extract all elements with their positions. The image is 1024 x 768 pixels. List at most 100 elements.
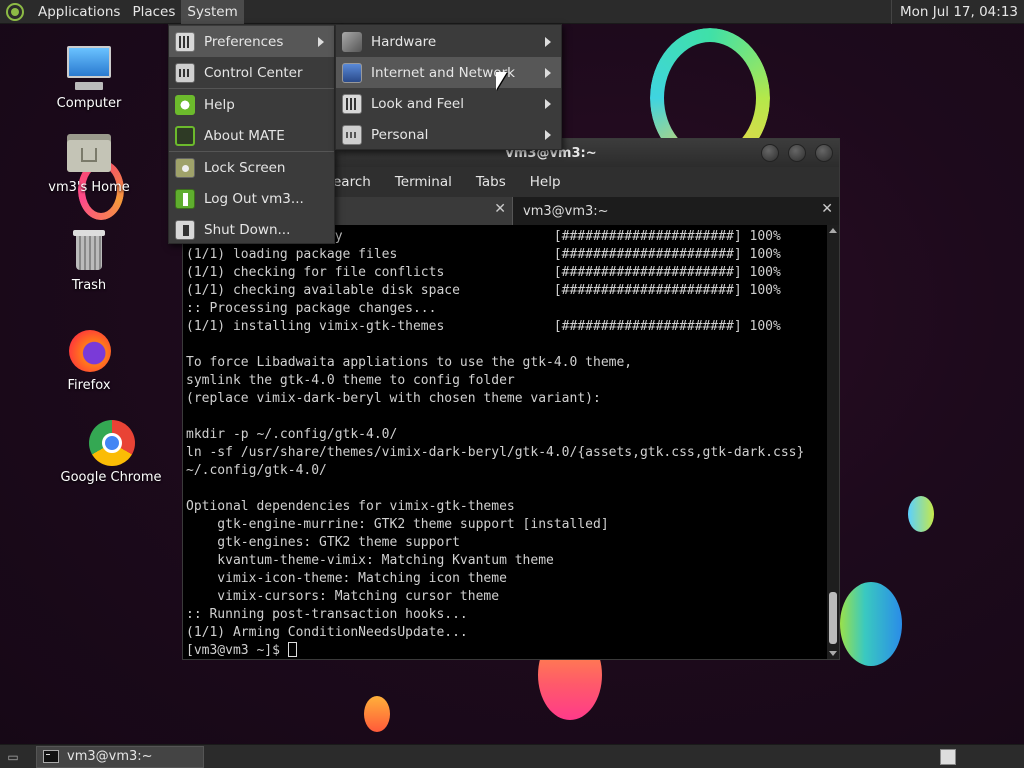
menu-item-hardware[interactable]: Hardware (336, 26, 561, 57)
submenu-arrow-icon (545, 37, 551, 47)
terminal-line: mkdir -p ~/.config/gtk-4.0/ (186, 427, 398, 442)
scroll-up-arrow-icon[interactable] (829, 228, 837, 233)
window-controls (761, 144, 833, 162)
menu-item-control-center[interactable]: Control Center (169, 57, 334, 88)
scroll-down-arrow-icon[interactable] (829, 651, 837, 656)
desktop-icon-trash[interactable]: Trash (34, 226, 144, 293)
applications-menu[interactable]: Applications (32, 0, 126, 24)
desktop-icon-label: Google Chrome (60, 470, 162, 485)
menu-item-label: Look and Feel (371, 95, 464, 112)
menu-item-label: Hardware (371, 33, 437, 50)
menu-item-log-out[interactable]: Log Out vm3... (169, 183, 334, 214)
terminal-line: :: Processing package changes... (186, 301, 437, 316)
terminal-prompt: [vm3@vm3 ~]$ (186, 643, 288, 658)
menu-terminal[interactable]: Terminal (395, 174, 452, 190)
desktop-icon-home[interactable]: vm3's Home (34, 128, 144, 195)
terminal-output[interactable]: kage integrity [######################] … (183, 225, 827, 659)
desktop-icon-firefox[interactable]: Firefox (34, 326, 144, 393)
terminal-line: (1/1) checking for file conflicts [#####… (186, 265, 781, 280)
close-tab-icon[interactable]: ✕ (821, 201, 833, 217)
menu-item-label: Control Center (204, 64, 303, 81)
submenu-arrow-icon (318, 37, 324, 47)
menu-item-label: Personal (371, 126, 429, 143)
menu-item-lock-screen[interactable]: Lock Screen (169, 152, 334, 183)
control-center-icon (175, 62, 195, 83)
tab-label: vm3@vm3:~ (523, 203, 609, 219)
home-folder-icon (65, 128, 113, 176)
menu-item-about-mate[interactable]: About MATE (169, 120, 334, 151)
menu-tabs[interactable]: Tabs (476, 174, 506, 190)
menu-item-look-feel[interactable]: Look and Feel (336, 88, 561, 119)
panel-menus: Applications Places System (0, 0, 244, 24)
menu-item-label: Log Out vm3... (204, 190, 304, 207)
desktop-icon-computer[interactable]: Computer (34, 44, 144, 111)
menu-item-internet-network[interactable]: Internet and Network (336, 57, 561, 88)
desktop-icon-label: vm3's Home (48, 180, 130, 195)
terminal-line: gtk-engine-murrine: GTK2 theme support [… (186, 517, 609, 532)
taskbar-window-label: vm3@vm3:~ (67, 749, 153, 764)
menu-item-help[interactable]: Help (169, 89, 334, 120)
desktop-icon-chrome[interactable]: Google Chrome (56, 418, 166, 485)
terminal-line: gtk-engines: GTK2 theme support (186, 535, 460, 550)
tab-2[interactable]: vm3@vm3:~ ✕ (512, 197, 839, 225)
maximize-button[interactable] (788, 144, 806, 162)
logout-icon (175, 188, 195, 209)
terminal-line: ln -sf /usr/share/themes/vimix-dark-bery… (186, 445, 805, 460)
system-dropdown: Preferences Control Center Help About MA… (168, 24, 335, 244)
menu-help[interactable]: Help (530, 174, 561, 190)
workspace-switcher[interactable] (940, 749, 956, 765)
terminal-line: (replace vimix-dark-beryl with chosen th… (186, 391, 601, 406)
clock[interactable]: Mon Jul 17, 04:13 (891, 0, 1024, 24)
text-cursor (287, 642, 297, 657)
menu-item-label: Help (204, 96, 235, 113)
show-desktop-icon[interactable]: ▭ (2, 746, 24, 768)
network-icon (342, 62, 362, 83)
mate-logo-icon (6, 2, 24, 21)
wallpaper-blob-small (364, 696, 390, 732)
menu-item-preferences[interactable]: Preferences (169, 26, 334, 57)
terminal-prompt-line[interactable]: [vm3@vm3 ~]$ (186, 642, 827, 659)
desktop-icon-label: Computer (56, 96, 122, 111)
hardware-icon (342, 31, 362, 52)
terminal-line: :: Running post-transaction hooks... (186, 607, 468, 622)
preferences-submenu: Hardware Internet and Network Look and F… (335, 24, 562, 150)
minimize-button[interactable] (761, 144, 779, 162)
desktop-icon-label: Firefox (67, 378, 111, 393)
terminal-line: kvantum-theme-vimix: Matching Kvantum th… (186, 553, 554, 568)
terminal-scrollbar[interactable] (827, 225, 839, 659)
computer-icon (65, 44, 113, 92)
preferences-icon (175, 31, 195, 52)
terminal-line: (1/1) checking available disk space [###… (186, 283, 781, 298)
places-menu[interactable]: Places (126, 0, 181, 24)
menu-item-shut-down[interactable]: Shut Down... (169, 214, 334, 245)
about-icon (175, 125, 195, 146)
terminal-icon (43, 750, 59, 763)
terminal-line: (1/1) installing vimix-gtk-themes [#####… (186, 319, 781, 334)
submenu-arrow-icon (545, 130, 551, 140)
menu-item-label: Preferences (204, 33, 284, 50)
menu-item-personal[interactable]: Personal (336, 119, 561, 150)
terminal-line: (1/1) Arming ConditionNeedsUpdate... (186, 625, 468, 640)
personal-icon (342, 124, 362, 145)
mouse-pointer-icon (496, 72, 507, 90)
taskbar-window-button[interactable]: vm3@vm3:~ (36, 745, 204, 768)
look-feel-icon (342, 93, 362, 114)
submenu-arrow-icon (545, 68, 551, 78)
terminal-line: ~/.config/gtk-4.0/ (186, 463, 327, 478)
menu-search[interactable]: earch (333, 174, 371, 190)
close-button[interactable] (815, 144, 833, 162)
lock-icon (175, 157, 195, 178)
scroll-thumb[interactable] (829, 592, 837, 644)
trash-icon (65, 226, 113, 274)
firefox-icon (65, 326, 113, 374)
terminal-line: To force Libadwaita appliations to use t… (186, 355, 633, 370)
terminal-line: symlink the gtk-4.0 theme to config fold… (186, 373, 515, 388)
close-tab-icon[interactable]: ✕ (494, 201, 506, 217)
wallpaper-blob-blue (840, 582, 902, 666)
system-menu[interactable]: System (181, 0, 244, 24)
terminal-line: vimix-icon-theme: Matching icon theme (186, 571, 507, 586)
submenu-arrow-icon (545, 99, 551, 109)
